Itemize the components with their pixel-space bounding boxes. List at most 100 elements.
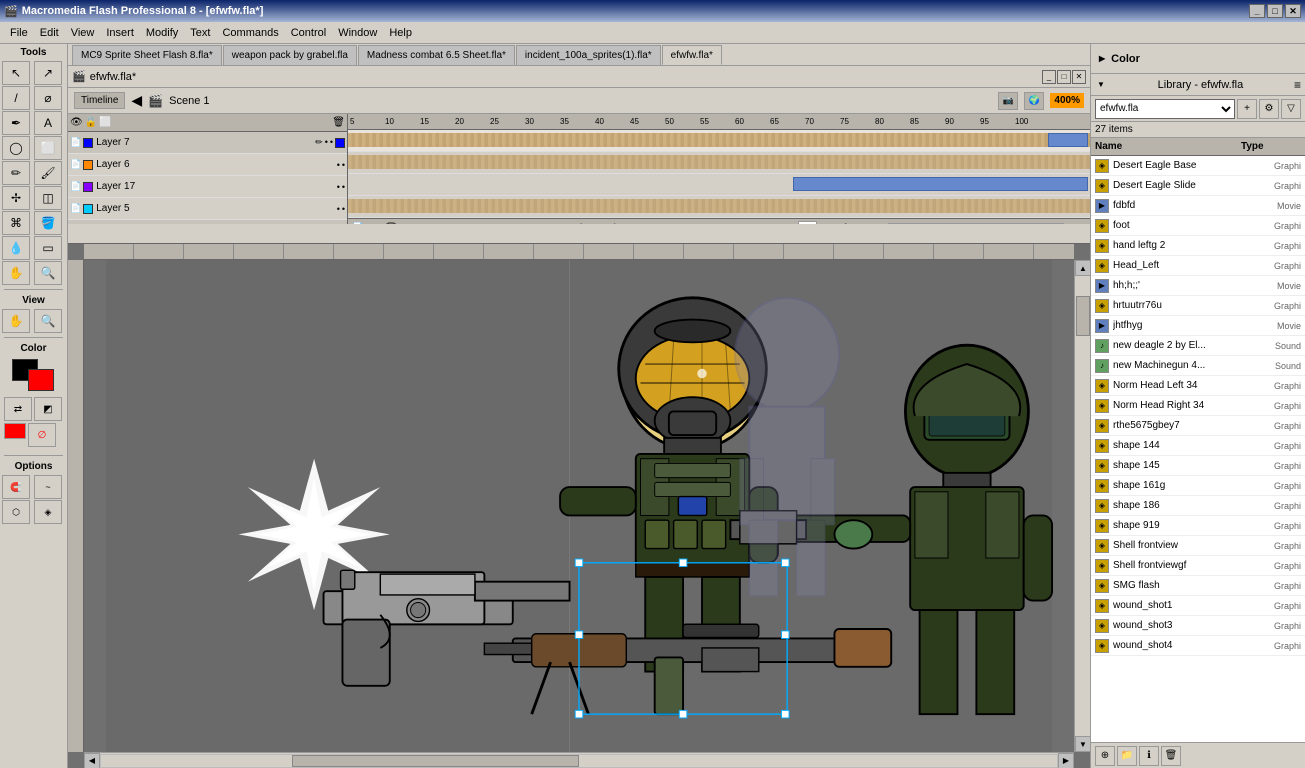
lib-item-7[interactable]: ◈ hrtuutrr76u Graphi [1091, 296, 1305, 316]
fill-color-swatch[interactable] [28, 369, 54, 391]
lib-item-21[interactable]: ◈ SMG flash Graphi [1091, 576, 1305, 596]
tab-incident[interactable]: incident_100a_sprites(1).fla* [516, 45, 661, 65]
tool-line[interactable]: / [2, 86, 30, 110]
lib-item-17[interactable]: ◈ shape 186 Graphi [1091, 496, 1305, 516]
tab-weapon[interactable]: weapon pack by grabel.fla [223, 45, 357, 65]
layer-row-6[interactable]: 📄 Layer 6 • • [68, 154, 347, 176]
flash-maximize-btn[interactable]: □ [1057, 70, 1071, 84]
lib-item-16[interactable]: ◈ shape 161g Graphi [1091, 476, 1305, 496]
tool-oval[interactable]: ◯ [2, 136, 30, 160]
no-color-btn[interactable]: ∅ [28, 423, 56, 447]
menu-window[interactable]: Window [332, 25, 383, 41]
timeline-btn[interactable]: Timeline [74, 92, 125, 109]
lib-item-11[interactable]: ◈ Norm Head Left 34 Graphi [1091, 376, 1305, 396]
hscroll-track[interactable] [100, 754, 1058, 768]
delete-layer-btn[interactable]: 🗑 [332, 117, 345, 128]
lib-item-0[interactable]: ◈ Desert Eagle Base Graphi [1091, 156, 1305, 176]
menu-text[interactable]: Text [184, 25, 216, 41]
lib-new-folder-btn[interactable]: 📁 [1117, 746, 1137, 766]
lib-item-13[interactable]: ◈ rthe5675gbey7 Graphi [1091, 416, 1305, 436]
flash-minimize-btn[interactable]: _ [1042, 70, 1056, 84]
library-expand-btn[interactable]: ▽ [1281, 99, 1301, 119]
stage-vscroll[interactable]: ▲ ▼ [1074, 260, 1090, 752]
maximize-btn[interactable]: □ [1267, 4, 1283, 18]
vscroll-up[interactable]: ▲ [1075, 260, 1090, 276]
tool-paint[interactable]: 🪣 [34, 211, 62, 235]
stage-hscroll[interactable]: ◀ ▶ [84, 752, 1074, 768]
library-props-btn[interactable]: ⚙ [1259, 99, 1279, 119]
lib-item-1[interactable]: ◈ Desert Eagle Slide Graphi [1091, 176, 1305, 196]
option3-btn[interactable]: ⬡ [2, 500, 30, 524]
play-btn[interactable]: ▶ [594, 223, 602, 224]
library-list[interactable]: ◈ Desert Eagle Base Graphi ◈ Desert Eagl… [1091, 156, 1305, 742]
flash-close-btn[interactable]: ✕ [1072, 70, 1086, 84]
tab-madness[interactable]: Madness combat 6.5 Sheet.fla* [358, 45, 515, 65]
lib-item-2[interactable]: ▶ fdbfd Movie [1091, 196, 1305, 216]
tab-mc9[interactable]: MC9 Sprite Sheet Flash 8.fla* [72, 45, 222, 65]
lib-item-14[interactable]: ◈ shape 144 Graphi [1091, 436, 1305, 456]
lib-delete-btn[interactable]: 🗑 [1161, 746, 1181, 766]
lib-props-btn[interactable]: ℹ [1139, 746, 1159, 766]
lib-item-19[interactable]: ◈ Shell frontview Graphi [1091, 536, 1305, 556]
layer-row-5[interactable]: 📄 Layer 5 • • [68, 198, 347, 220]
option4-btn[interactable]: ◈ [34, 500, 62, 524]
lib-item-23[interactable]: ◈ wound_shot3 Graphi [1091, 616, 1305, 636]
tool-subselect[interactable]: ↗ [34, 61, 62, 85]
library-menu-btn[interactable]: ≡ [1294, 78, 1301, 92]
lib-new-symbol-btn[interactable]: ⊕ [1095, 746, 1115, 766]
window-controls[interactable]: _ □ ✕ [1249, 4, 1301, 18]
lib-item-24[interactable]: ◈ wound_shot4 Graphi [1091, 636, 1305, 656]
menu-edit[interactable]: Edit [34, 25, 65, 41]
flash-window-controls[interactable]: _ □ ✕ [1042, 70, 1086, 84]
view-zoom-btn[interactable]: 🔍 [34, 309, 62, 333]
smooth-btn[interactable]: ~ [34, 475, 62, 499]
library-file-select[interactable]: efwfw.fla [1095, 99, 1235, 119]
timeline-scrollbar[interactable] [888, 223, 1064, 225]
tool-brush[interactable]: 🖌 [34, 161, 62, 185]
stage-canvas[interactable] [84, 260, 1074, 752]
stage-area[interactable]: ▲ ▼ [68, 244, 1090, 768]
tool-eraser[interactable]: ▭ [34, 236, 62, 260]
tool-gradient[interactable]: ◫ [34, 186, 62, 210]
vscroll-down[interactable]: ▼ [1075, 736, 1090, 752]
frames-layer-6[interactable] [348, 152, 1090, 174]
menu-help[interactable]: Help [383, 25, 418, 41]
lib-item-9[interactable]: ♪ new deagle 2 by El... Sound [1091, 336, 1305, 356]
add-layer-btn[interactable]: 📄 [352, 223, 364, 224]
tool-pencil[interactable]: ✏ [2, 161, 30, 185]
color-expand-arrow[interactable]: ▶ [1097, 54, 1107, 63]
hscroll-thumb[interactable] [292, 755, 579, 767]
tool-lasso[interactable]: ⌀ [34, 86, 62, 110]
scroll-left-btn[interactable]: ◀ [1068, 223, 1075, 224]
lib-item-8[interactable]: ▶ jhtfhyg Movie [1091, 316, 1305, 336]
library-add-btn[interactable]: + [1237, 99, 1257, 119]
tool-arrow[interactable]: ↖ [2, 61, 30, 85]
lib-item-20[interactable]: ◈ Shell frontviewgf Graphi [1091, 556, 1305, 576]
tool-hand[interactable]: ✋ [2, 261, 30, 285]
tool-freexform[interactable]: ✢ [2, 186, 30, 210]
swap-colors-btn[interactable]: ⇄ [4, 397, 32, 421]
library-expand-arrow[interactable]: ▼ [1095, 80, 1107, 89]
lib-item-3[interactable]: ◈ foot Graphi [1091, 216, 1305, 236]
frames-layer-7[interactable] [348, 130, 1090, 152]
add-folder-btn[interactable]: 📁 [368, 223, 380, 224]
menu-file[interactable]: File [4, 25, 34, 41]
tool-ink[interactable]: ⌘ [2, 211, 30, 235]
view-hand-btn[interactable]: ✋ [2, 309, 30, 333]
tool-eyedrop[interactable]: 💧 [2, 236, 30, 260]
tab-efwfw[interactable]: efwfw.fla* [662, 45, 722, 65]
lib-item-10[interactable]: ♪ new Machinegun 4... Sound [1091, 356, 1305, 376]
lib-item-6[interactable]: ▶ hh;h;;' Movie [1091, 276, 1305, 296]
menu-insert[interactable]: Insert [100, 25, 140, 41]
hscroll-right[interactable]: ▶ [1058, 753, 1074, 768]
vscroll-thumb[interactable] [1076, 296, 1090, 336]
snap-btn[interactable]: 🧲 [2, 475, 30, 499]
lib-item-4[interactable]: ◈ hand leftg 2 Graphi [1091, 236, 1305, 256]
lib-item-12[interactable]: ◈ Norm Head Right 34 Graphi [1091, 396, 1305, 416]
lib-item-5[interactable]: ◈ Head_Left Graphi [1091, 256, 1305, 276]
lib-item-15[interactable]: ◈ shape 145 Graphi [1091, 456, 1305, 476]
lib-item-18[interactable]: ◈ shape 919 Graphi [1091, 516, 1305, 536]
menu-commands[interactable]: Commands [216, 25, 284, 41]
layer-row-17[interactable]: 📄 Layer 17 • • [68, 176, 347, 198]
prev-frame-btn[interactable]: |◀ [580, 223, 590, 224]
